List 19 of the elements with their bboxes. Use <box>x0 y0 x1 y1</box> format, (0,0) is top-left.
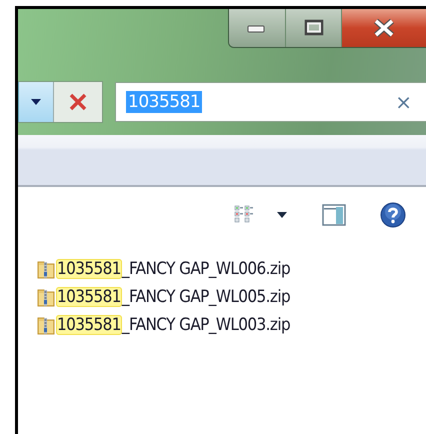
close-icon <box>371 19 397 37</box>
caret-icon <box>276 211 288 219</box>
help-button[interactable] <box>378 200 408 230</box>
preview-pane-icon <box>322 204 346 226</box>
search-text: 1035581 <box>126 91 202 113</box>
help-icon <box>380 202 406 228</box>
close-button[interactable] <box>341 9 426 47</box>
preview-pane-button[interactable] <box>320 202 348 228</box>
close-icon <box>68 92 88 112</box>
minimize-button[interactable] <box>229 9 285 47</box>
clear-search-button[interactable]: × <box>395 90 412 114</box>
maximize-icon <box>302 19 324 37</box>
dropdown-button[interactable] <box>18 82 54 122</box>
zip-folder-icon <box>37 259 55 279</box>
search-field[interactable]: 1035581 × <box>115 82 426 122</box>
maximize-button[interactable] <box>285 9 341 47</box>
zip-folder-icon <box>37 315 55 335</box>
caret-icon <box>30 98 42 106</box>
zip-folder-icon <box>37 287 55 307</box>
